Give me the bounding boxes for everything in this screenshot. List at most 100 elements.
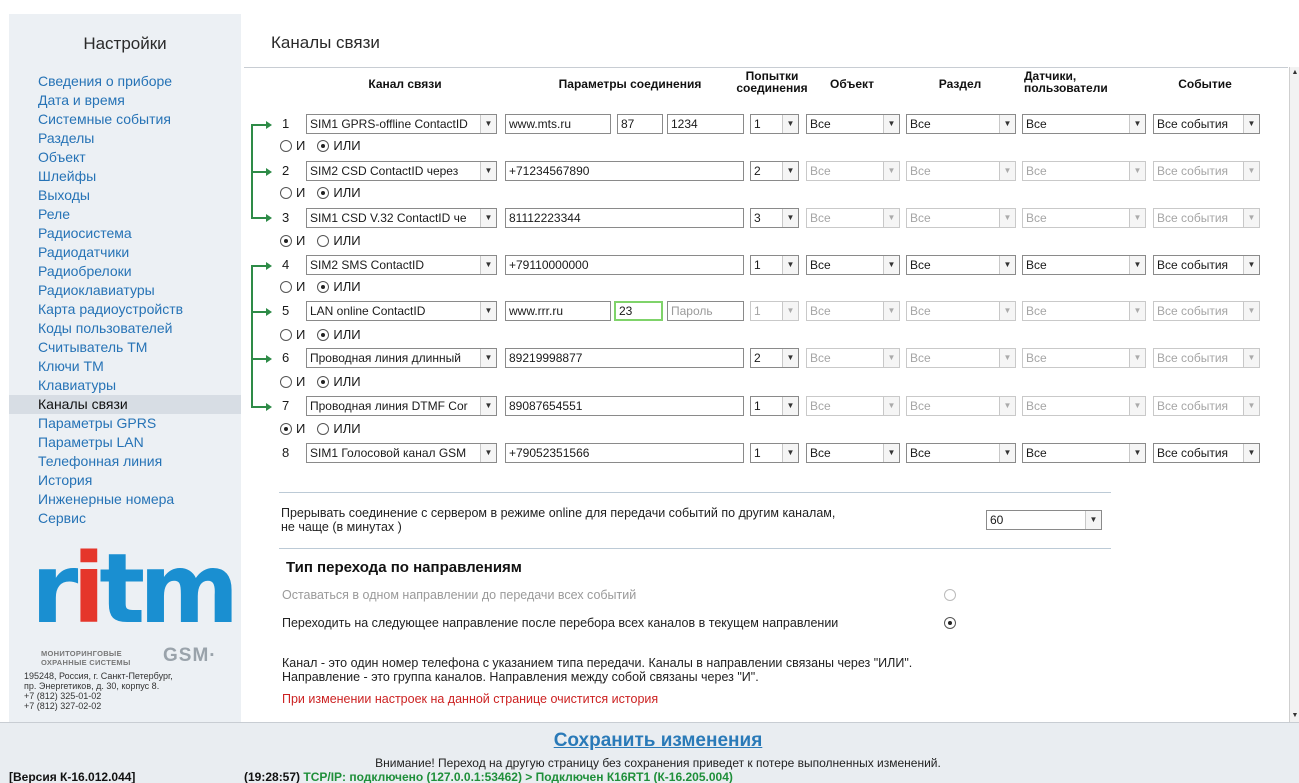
attempts-select[interactable]: 1 ▼ [750, 114, 799, 134]
object-select[interactable]: Все ▼ [806, 255, 900, 275]
sidebar-item-sections[interactable]: Разделы [9, 129, 241, 148]
sensors-select[interactable]: Все ▼ [1022, 114, 1146, 134]
attempts-select[interactable]: 2 ▼ [750, 348, 799, 368]
section-select[interactable]: Все ▼ [906, 114, 1016, 134]
header-channel: Канал связи [368, 77, 442, 91]
event-select: Все события ▼ [1153, 348, 1260, 368]
phone-number-input[interactable]: 89087654551 [505, 396, 744, 416]
or-radio[interactable] [317, 187, 330, 199]
password-input[interactable]: 1234 [667, 114, 744, 134]
channel-type-select[interactable]: SIM1 GPRS-offline ContactID ▼ [306, 114, 497, 134]
sidebar-item-lan[interactable]: Параметры LAN [9, 433, 241, 452]
interrupt-minutes-select[interactable]: 60 ▼ [986, 510, 1102, 530]
channel-type-select[interactable]: Проводная линия DTMF Cor ▼ [306, 396, 497, 416]
port-input[interactable]: 87 [617, 114, 663, 134]
sidebar-item-radiosensors[interactable]: Радиодатчики [9, 243, 241, 262]
section-select[interactable]: Все ▼ [906, 255, 1016, 275]
transition-option-2-radio[interactable] [944, 617, 956, 629]
sidebar-item-outputs[interactable]: Выходы [9, 186, 241, 205]
object-select[interactable]: Все ▼ [806, 443, 900, 463]
sidebar-item-gprs[interactable]: Параметры GPRS [9, 414, 241, 433]
attempts-select[interactable]: 1 ▼ [750, 255, 799, 275]
sidebar-item-radiofobs[interactable]: Радиобрелоки [9, 262, 241, 281]
event-select[interactable]: Все события ▼ [1153, 443, 1260, 463]
event-select[interactable]: Все события ▼ [1153, 255, 1260, 275]
sidebar-item-engineer-numbers[interactable]: Инженерные номера [9, 490, 241, 509]
phone-number-input[interactable]: +79110000000 [505, 255, 744, 275]
phone-number-input[interactable]: +71234567890 [505, 161, 744, 181]
sidebar-item-radiosystem[interactable]: Радиосистема [9, 224, 241, 243]
attempts-select[interactable]: 1 ▼ [750, 396, 799, 416]
phone-number-input[interactable]: +79052351566 [505, 443, 744, 463]
object-select[interactable]: Все ▼ [806, 114, 900, 134]
port-input[interactable]: 23 [614, 301, 663, 321]
and-radio[interactable] [280, 235, 292, 247]
dropdown-arrow-icon: ▼ [480, 302, 496, 320]
info-line-1: Канал - это один номер телефона с указан… [282, 656, 913, 670]
attempts-select[interactable]: 3 ▼ [750, 208, 799, 228]
sidebar-item-system-events[interactable]: Системные события [9, 110, 241, 129]
sidebar-item-object[interactable]: Объект [9, 148, 241, 167]
vertical-scrollbar[interactable]: ▲ ▼ [1289, 67, 1299, 722]
sidebar-item-loops[interactable]: Шлейфы [9, 167, 241, 186]
sidebar-menu: Сведения о приборе Дата и время Системны… [9, 72, 241, 528]
dropdown-arrow-icon: ▼ [999, 209, 1015, 227]
event-select: Все события ▼ [1153, 301, 1260, 321]
and-radio[interactable] [280, 140, 292, 152]
sidebar-item-tm-keys[interactable]: Ключи ТМ [9, 357, 241, 376]
sidebar-item-device-info[interactable]: Сведения о приборе [9, 72, 241, 91]
phone-number-input[interactable]: 89219998877 [505, 348, 744, 368]
channel-type-select[interactable]: SIM2 CSD ContactID через ▼ [306, 161, 497, 181]
sidebar-item-tm-reader[interactable]: Считыватель ТМ [9, 338, 241, 357]
dropdown-arrow-icon: ▼ [1243, 397, 1259, 415]
sidebar-item-user-codes[interactable]: Коды пользователей [9, 319, 241, 338]
channel-type-select[interactable]: LAN online ContactID ▼ [306, 301, 497, 321]
phone-number-input[interactable]: 81112223344 [505, 208, 744, 228]
or-radio[interactable] [317, 235, 330, 247]
sidebar-item-keypads[interactable]: Клавиатуры [9, 376, 241, 395]
sidebar-item-phone-line[interactable]: Телефонная линия [9, 452, 241, 471]
page-title: Каналы связи [271, 33, 380, 52]
server-address-input[interactable]: www.rrr.ru [505, 301, 611, 321]
attempts-select[interactable]: 1 ▼ [750, 443, 799, 463]
save-button[interactable]: Сохранить изменения [0, 730, 1299, 752]
sensors-select: Все ▼ [1022, 208, 1146, 228]
dropdown-arrow-icon: ▼ [1243, 444, 1259, 462]
sidebar-item-relay[interactable]: Реле [9, 205, 241, 224]
and-radio[interactable] [280, 281, 292, 293]
sidebar-item-history[interactable]: История [9, 471, 241, 490]
transition-option-1-radio[interactable] [944, 589, 956, 601]
channel-type-select[interactable]: SIM1 Голосовой канал GSM ▼ [306, 443, 497, 463]
attempts-select[interactable]: 2 ▼ [750, 161, 799, 181]
channel-number: 8 [282, 445, 290, 460]
section-select[interactable]: Все ▼ [906, 443, 1016, 463]
channel-type-select[interactable]: SIM2 SMS ContactID ▼ [306, 255, 497, 275]
sidebar-item-channels[interactable]: Каналы связи [9, 395, 241, 414]
or-radio[interactable] [317, 329, 330, 341]
sidebar-item-radio-map[interactable]: Карта радиоустройств [9, 300, 241, 319]
object-select: Все ▼ [806, 161, 900, 181]
or-radio[interactable] [317, 423, 330, 435]
and-radio[interactable] [280, 376, 292, 388]
and-radio[interactable] [280, 329, 292, 341]
header-object: Объект [830, 77, 874, 91]
server-address-input[interactable]: www.mts.ru [505, 114, 611, 134]
sidebar-item-date-time[interactable]: Дата и время [9, 91, 241, 110]
or-radio[interactable] [317, 281, 330, 293]
sensors-select[interactable]: Все ▼ [1022, 255, 1146, 275]
password-input[interactable]: Пароль [667, 301, 744, 321]
sensors-select: Все ▼ [1022, 161, 1146, 181]
channel-type-select[interactable]: Проводная линия длинный ▼ [306, 348, 497, 368]
dropdown-arrow-icon: ▼ [1129, 349, 1145, 367]
scroll-up-icon[interactable]: ▲ [1290, 67, 1299, 79]
event-select[interactable]: Все события ▼ [1153, 114, 1260, 134]
sensors-select[interactable]: Все ▼ [1022, 443, 1146, 463]
or-radio[interactable] [317, 376, 330, 388]
sidebar-item-service[interactable]: Сервис [9, 509, 241, 528]
scroll-down-icon[interactable]: ▼ [1290, 710, 1299, 722]
and-radio[interactable] [280, 423, 292, 435]
sidebar-item-radiokeypads[interactable]: Радиоклавиатуры [9, 281, 241, 300]
or-radio[interactable] [317, 140, 330, 152]
channel-type-select[interactable]: SIM1 CSD V.32 ContactID че ▼ [306, 208, 497, 228]
and-radio[interactable] [280, 187, 292, 199]
